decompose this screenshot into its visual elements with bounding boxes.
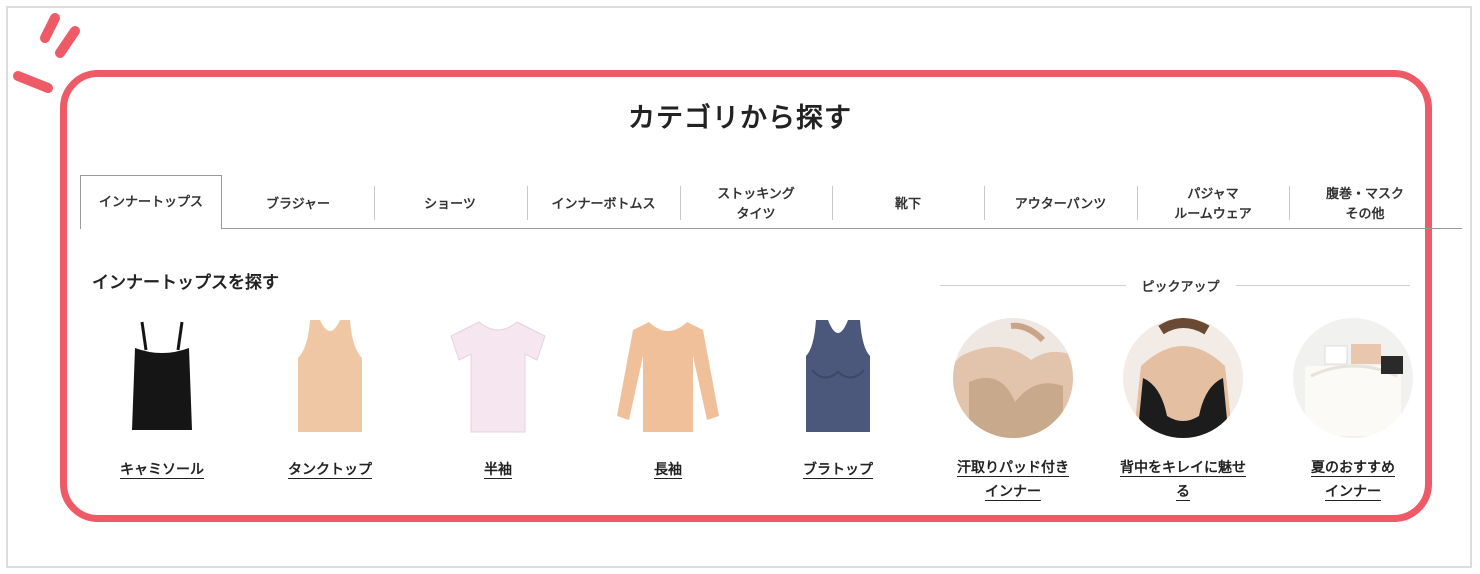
pickup-label: 夏のおすすめ インナー (1268, 456, 1438, 504)
camisole-image (82, 312, 242, 438)
product-label-text: 半袖 (484, 462, 512, 478)
pickup-heading: ピックアップ (1141, 280, 1220, 295)
pickup-label-line: 夏のおすすめ (1311, 460, 1395, 476)
pickup-label-line: 背中をキレイに魅せ (1120, 460, 1246, 476)
tab-separator (1289, 186, 1290, 220)
product-item[interactable]: ブラトップ (758, 312, 918, 478)
tab-label-line: ショーツ (424, 197, 476, 212)
section-title: カテゴリから探す (628, 103, 852, 134)
product-item[interactable]: キャミソール (82, 312, 242, 478)
highlight-frame (60, 70, 1432, 522)
long-sleeve-shirt-image (588, 312, 748, 438)
pickup-item[interactable]: 背中をキレイに魅せる (1108, 316, 1258, 500)
tab-label: インナートップス (99, 193, 203, 213)
tab-label: パジャマルームウェア (1174, 185, 1252, 225)
pickup-rule-left (940, 285, 1126, 286)
tab-label-line: ブラジャー (265, 197, 331, 212)
tab-9[interactable]: 腹巻・マスク その他 (1289, 182, 1441, 228)
product-label-text: 長袖 (654, 462, 682, 478)
tab-separator (1137, 186, 1138, 220)
tab-3[interactable]: ショーツ (374, 182, 526, 228)
tank-top-image (250, 312, 410, 438)
tab-label-line: ルームウェア (1174, 207, 1252, 222)
tab-7[interactable]: アウターパンツ (984, 182, 1137, 228)
product-label: キャミソール (72, 458, 252, 482)
tab-label: ショーツ (424, 195, 476, 215)
pickup-label-line: 汗取りパッド付き (957, 460, 1069, 476)
tab-5[interactable]: ストッキング タイツ (680, 182, 832, 228)
tab-label-line: 靴下 (894, 197, 921, 212)
product-item[interactable]: 長袖 (588, 312, 748, 478)
tab-label-line: ストッキング (717, 187, 795, 202)
tab-separator (374, 186, 375, 220)
bra-top-image (758, 312, 918, 438)
tab-1[interactable]: インナートップス (80, 175, 222, 229)
tab-separator (680, 186, 681, 220)
tab-bar-baseline (222, 228, 1462, 229)
tab-8[interactable]: パジャマルームウェア (1137, 182, 1289, 228)
pickup-rule-right (1236, 285, 1410, 286)
tab-label: アウターパンツ (1015, 195, 1107, 215)
tab-2[interactable]: ブラジャー (222, 182, 374, 228)
tab-label-line: インナートップス (98, 194, 203, 210)
tab-separator (832, 186, 833, 220)
tab-label-line: その他 (1345, 207, 1385, 222)
product-label: 長袖 (578, 458, 758, 482)
tab-label-line: アウターパンツ (1014, 197, 1107, 212)
product-label: 半袖 (408, 458, 588, 482)
pickup-label: 汗取りパッド付き インナー (928, 456, 1098, 504)
backless-inner-photo (1108, 316, 1258, 440)
tab-label: 靴下 (895, 195, 921, 215)
tab-4[interactable]: インナーボトムス (527, 182, 680, 228)
pickup-label: 背中をキレイに魅せる (1098, 456, 1268, 504)
pickup-item[interactable]: 汗取りパッド付き インナー (938, 316, 1088, 500)
tab-label-line: インナーボトムス (551, 197, 656, 212)
pickup-label-line: る (1176, 484, 1190, 500)
tab-label-line: タイツ (736, 207, 776, 222)
product-item[interactable]: タンクトップ (250, 312, 410, 478)
product-label: タンクトップ (240, 458, 420, 482)
pickup-label-line: インナー (1325, 484, 1381, 500)
sweat-pad-inner-photo (938, 316, 1088, 440)
pickup-item[interactable]: 夏のおすすめ インナー (1278, 316, 1428, 500)
tab-6[interactable]: 靴下 (832, 182, 984, 228)
tab-label: インナーボトムス (551, 195, 655, 215)
tab-label-line: 腹巻・マスク (1325, 187, 1404, 202)
product-label-text: キャミソール (120, 462, 204, 478)
subheading: インナートップスを探す (92, 273, 279, 293)
product-label-text: タンクトップ (288, 462, 372, 478)
short-sleeve-shirt-image (418, 312, 578, 438)
product-label-text: ブラトップ (803, 462, 873, 478)
pickup-label-line: インナー (985, 484, 1041, 500)
tab-separator (984, 186, 985, 220)
tab-label: ストッキング タイツ (717, 185, 795, 225)
tab-separator (527, 186, 528, 220)
summer-inner-photo (1278, 316, 1428, 440)
product-item[interactable]: 半袖 (418, 312, 578, 478)
tab-label: 腹巻・マスク その他 (1326, 185, 1404, 225)
product-label: ブラトップ (748, 458, 928, 482)
tab-label: ブラジャー (266, 195, 330, 215)
tab-label-line: パジャマ (1187, 187, 1239, 202)
